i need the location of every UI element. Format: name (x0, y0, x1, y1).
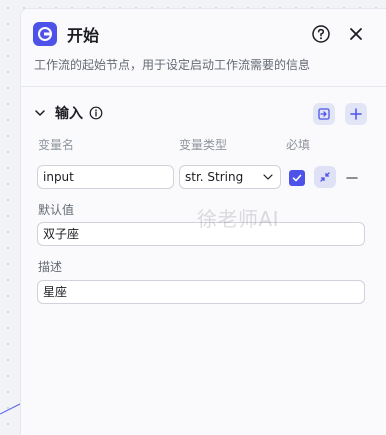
help-circle-icon[interactable] (311, 24, 331, 44)
close-icon[interactable] (346, 24, 366, 44)
chevron-down-icon[interactable] (33, 106, 47, 120)
panel-header: 开始 (33, 21, 386, 47)
input-section-header[interactable]: 输入 (33, 103, 103, 123)
panel-description: 工作流的起始节点，用于设定启动工作流需要的信息 (34, 58, 311, 72)
default-value-label: 默认值 (38, 203, 75, 217)
variable-type-select[interactable]: str. String (179, 165, 281, 189)
start-node-panel: 开始 工作流的起始节点，用于设定启动工作流需要的信息 输入 变量名 变量类型 必… (20, 8, 386, 435)
input-section: 输入 变量名 变量类型 必填 input str. String 默认值 双子座… (21, 87, 386, 435)
required-checkbox[interactable] (289, 170, 305, 186)
description-input[interactable]: 星座 (37, 280, 365, 304)
column-header-required: 必填 (286, 138, 311, 152)
check-icon (292, 174, 302, 182)
info-icon[interactable] (89, 106, 103, 120)
column-header-type: 变量类型 (179, 138, 228, 152)
collapse-row-button[interactable] (314, 166, 336, 188)
watermark: 徐老师AI (197, 207, 280, 231)
variable-type-value: str. String (185, 170, 244, 184)
chevron-down-icon (263, 174, 273, 180)
start-node-icon (33, 22, 57, 46)
collapse-arrows-icon (320, 172, 330, 182)
import-button[interactable] (313, 103, 335, 125)
add-variable-button[interactable] (345, 103, 367, 125)
input-section-title: 输入 (55, 106, 83, 122)
import-icon (318, 108, 330, 120)
variable-name-input[interactable]: input (37, 165, 174, 189)
description-label: 描述 (38, 260, 63, 274)
panel-title: 开始 (67, 26, 100, 45)
plus-icon (350, 108, 362, 120)
remove-variable-icon[interactable] (345, 171, 359, 185)
column-header-name: 变量名 (38, 138, 75, 152)
